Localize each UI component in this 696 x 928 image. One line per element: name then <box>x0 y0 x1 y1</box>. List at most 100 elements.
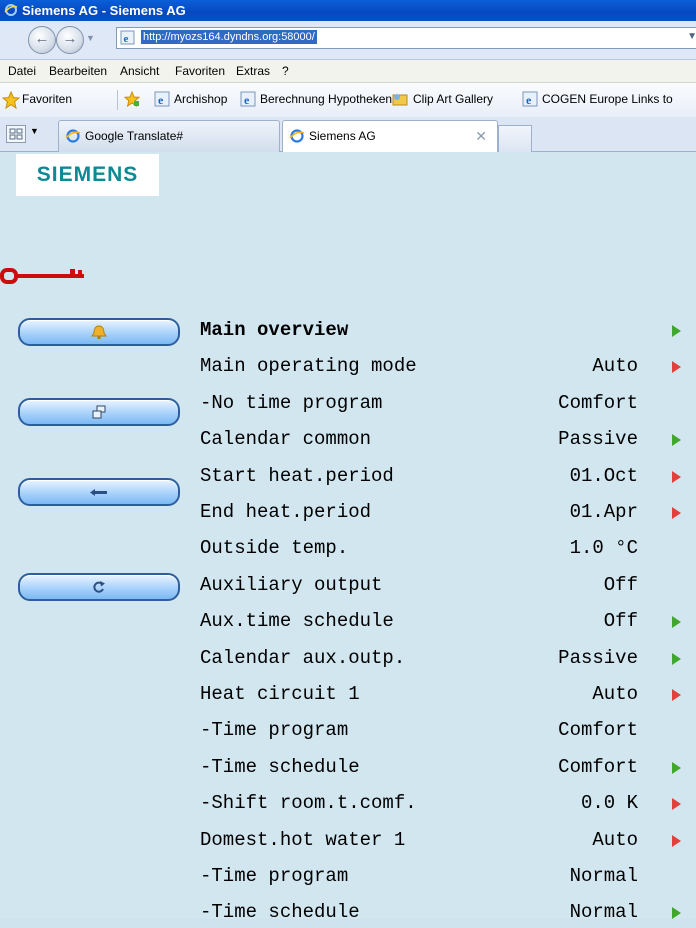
row-value: Passive <box>558 428 638 451</box>
list-row[interactable]: Aux.time schedule Off <box>200 607 690 637</box>
row-label: -Time schedule <box>200 755 360 778</box>
list-row[interactable]: Domest.hot water 1 Auto <box>200 826 690 856</box>
svg-text:e: e <box>526 93 532 107</box>
edit-arrow-icon[interactable] <box>672 798 681 811</box>
row-value: Auto <box>592 683 638 705</box>
url-text: http://myozs164.dyndns.org:58000/ <box>141 30 317 44</box>
list-row[interactable]: Start heat.period 01.Oct <box>200 462 690 492</box>
favorites-button[interactable]: Favoriten <box>22 92 72 106</box>
new-tab-button[interactable] <box>498 125 532 152</box>
list-row[interactable]: -Time schedule Normal <box>200 898 690 928</box>
row-value: 01.Apr <box>569 501 638 523</box>
navigate-arrow-icon[interactable] <box>672 652 681 665</box>
row-label: Aux.time schedule <box>200 610 394 633</box>
list-row[interactable]: Heat circuit 1 Auto <box>200 680 690 710</box>
navigate-arrow-icon[interactable] <box>672 761 681 774</box>
back-button-page[interactable] <box>18 478 180 506</box>
navigate-arrow-icon[interactable] <box>672 325 681 337</box>
row-value: Auto <box>592 355 638 378</box>
row-label: Auxiliary output <box>200 573 383 596</box>
tab-list-dropdown-icon[interactable]: ▼ <box>30 126 39 136</box>
quick-tabs-icon[interactable] <box>6 125 26 143</box>
navigate-arrow-icon[interactable] <box>672 616 681 629</box>
edit-arrow-icon[interactable] <box>672 361 681 374</box>
window-title-bar: Siemens AG - Siemens AG <box>0 0 696 21</box>
menu-extras[interactable]: Extras <box>236 64 270 78</box>
row-value: Normal <box>569 901 638 924</box>
menu-favoriten[interactable]: Favoriten <box>175 64 225 78</box>
forward-arrow-icon: → <box>62 30 78 47</box>
history-dropdown-icon[interactable]: ▼ <box>86 33 95 43</box>
tab-google-translate[interactable]: Google Translate# <box>58 120 280 152</box>
url-field[interactable]: e http://myozs164.dyndns.org:58000/ ▼ <box>116 27 696 49</box>
add-favorite-icon[interactable] <box>124 91 140 107</box>
menu-datei[interactable]: Datei <box>8 64 36 78</box>
edit-arrow-icon[interactable] <box>672 470 681 483</box>
row-value: 01.Oct <box>569 464 638 487</box>
row-label: Main overview <box>200 319 349 341</box>
url-dropdown-icon[interactable]: ▼ <box>687 31 696 42</box>
favorite-berechnung-hypotheken[interactable]: Berechnung Hypotheken <box>260 92 392 106</box>
row-value: Off <box>603 610 638 633</box>
ie-page-icon: e <box>154 91 170 107</box>
navigate-arrow-icon[interactable] <box>672 434 681 447</box>
list-row[interactable]: Main operating mode Auto <box>200 352 690 382</box>
list-row[interactable]: End heat.period 01.Apr <box>200 498 690 528</box>
windows-button[interactable] <box>18 398 180 426</box>
row-label: Heat circuit 1 <box>200 683 360 705</box>
menu-help[interactable]: ? <box>282 64 289 78</box>
row-label: Domest.hot water 1 <box>200 828 406 851</box>
navigate-arrow-icon[interactable] <box>672 907 681 920</box>
row-label: Main operating mode <box>200 355 417 378</box>
edit-arrow-icon[interactable] <box>672 689 681 701</box>
row-label: -Shift room.t.comf. <box>200 792 417 815</box>
favorite-clip-art-gallery[interactable]: Clip Art Gallery <box>413 92 493 106</box>
favorites-bar: Favoriten e Archishop e Berechnung Hypot… <box>0 83 696 118</box>
window-title: Siemens AG - Siemens AG <box>22 3 186 18</box>
list-row[interactable]: -Time schedule Comfort <box>200 753 690 783</box>
refresh-button[interactable] <box>18 573 180 601</box>
windows-icon <box>92 405 106 419</box>
row-label: Calendar aux.outp. <box>200 646 406 669</box>
forward-button[interactable]: → <box>56 26 84 54</box>
edit-arrow-icon[interactable] <box>672 507 681 519</box>
close-tab-icon[interactable]: ✕ <box>475 128 487 145</box>
list-row[interactable]: Calendar common Passive <box>200 425 690 455</box>
row-label: -Time schedule <box>200 901 360 924</box>
row-value: Comfort <box>558 755 638 778</box>
edit-arrow-icon[interactable] <box>672 834 681 847</box>
menu-bearbeiten[interactable]: Bearbeiten <box>49 64 107 78</box>
favorite-archishop[interactable]: Archishop <box>174 92 227 106</box>
list-row[interactable]: Calendar aux.outp. Passive <box>200 644 690 674</box>
list-row[interactable]: -Time program Comfort <box>200 716 690 746</box>
ie-logo-icon <box>4 4 18 16</box>
row-label: Outside temp. <box>200 537 349 560</box>
back-arrow-icon <box>90 489 107 496</box>
address-bar: ← → ▼ e http://myozs164.dyndns.org:58000… <box>0 21 696 60</box>
row-value: 0.0 K <box>580 792 638 815</box>
list-row[interactable]: Outside temp. 1.0 °C <box>200 534 690 564</box>
alarm-button[interactable] <box>18 318 180 346</box>
row-value: Comfort <box>558 719 638 742</box>
list-row[interactable]: Auxiliary output Off <box>200 571 690 601</box>
row-value: 1.0 °C <box>569 537 638 560</box>
siemens-logo: SIEMENS <box>16 154 159 196</box>
list-row[interactable]: -Time program Normal <box>200 862 690 892</box>
refresh-icon <box>93 581 105 593</box>
clip-art-icon <box>392 94 408 106</box>
tab-label: Siemens AG <box>309 129 376 143</box>
favorite-cogen-europe[interactable]: COGEN Europe Links to <box>542 92 673 106</box>
tab-siemens-ag[interactable]: Siemens AG ✕ <box>282 120 498 152</box>
row-value: Passive <box>558 646 638 669</box>
key-icon <box>0 268 84 284</box>
row-value: Comfort <box>558 391 638 414</box>
list-row[interactable]: Main overview <box>200 316 690 346</box>
tab-bar: ▼ Google Translate# Siemens AG ✕ <box>0 117 696 152</box>
list-row[interactable]: -No time program Comfort <box>200 389 690 419</box>
list-row[interactable]: -Shift room.t.comf. 0.0 K <box>200 789 690 819</box>
back-button[interactable]: ← <box>28 26 56 54</box>
menu-bar: Datei Bearbeiten Ansicht Favoriten Extra… <box>0 60 696 83</box>
ie-page-icon: e <box>240 91 256 107</box>
row-label: -Time program <box>200 865 349 887</box>
menu-ansicht[interactable]: Ansicht <box>120 64 159 78</box>
